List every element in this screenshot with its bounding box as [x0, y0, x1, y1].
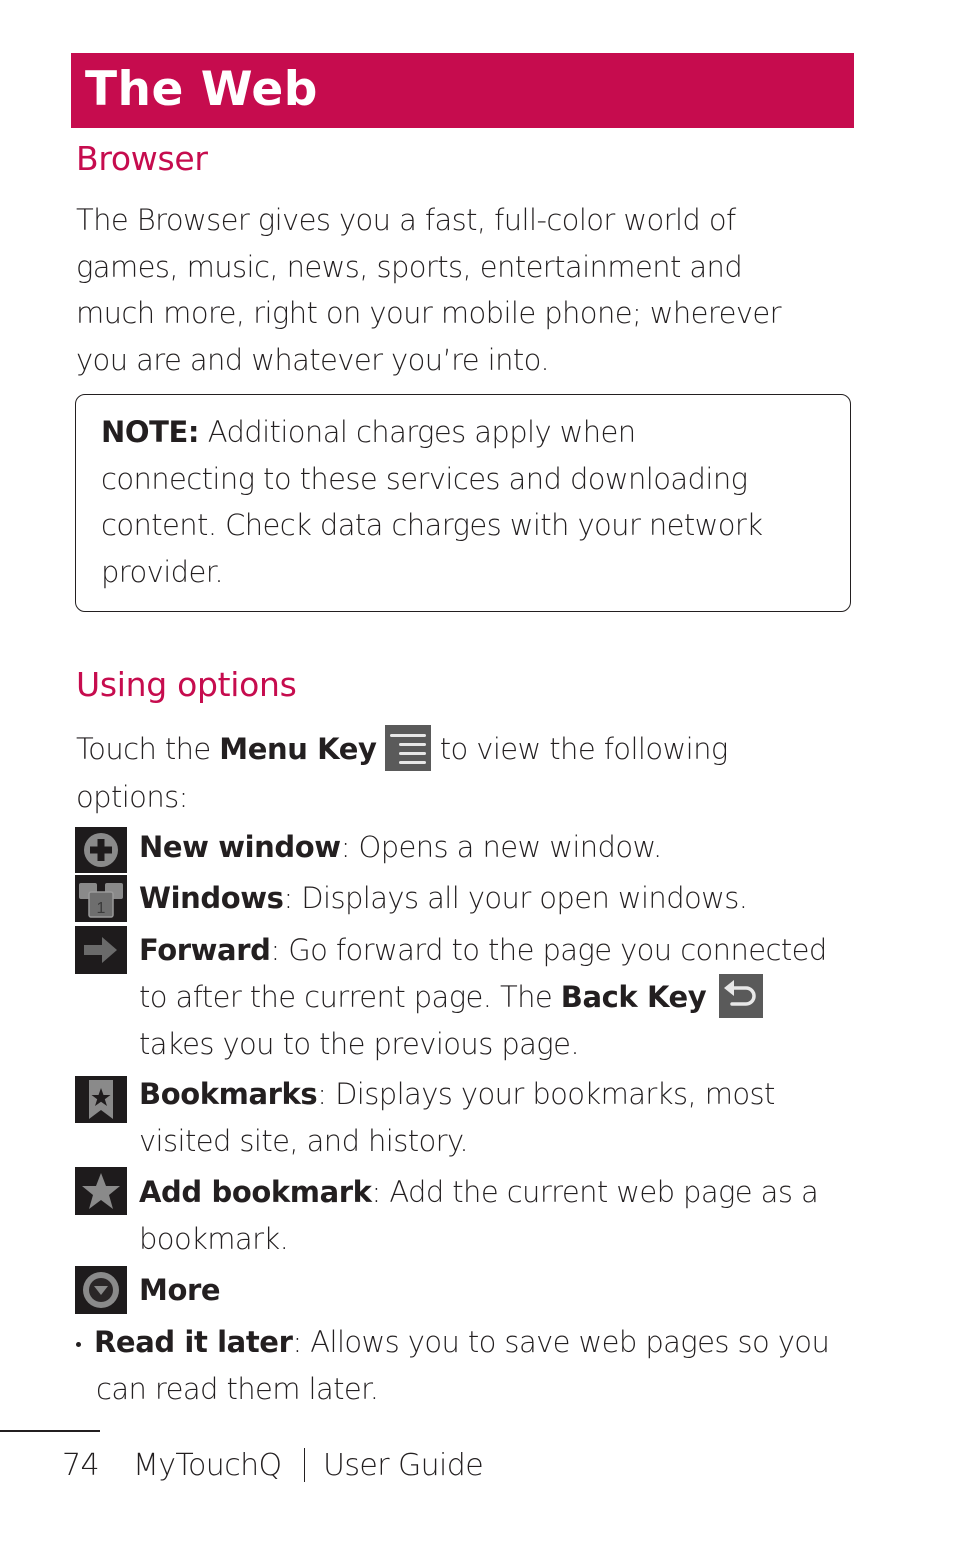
paragraph-line: games, music, news, sports, entertainmen… — [76, 249, 743, 284]
options-intro: Touch the Menu Key to view the following… — [76, 725, 729, 821]
option-forward: Forward: Go forward to the page you conn… — [139, 927, 827, 1067]
note-line: connecting to these services and downloa… — [101, 461, 748, 496]
option-description: : Add the current web page as a — [371, 1175, 819, 1209]
add-bookmark-icon — [75, 1167, 127, 1215]
page-number: 74 — [62, 1448, 100, 1483]
option-more: More — [139, 1267, 221, 1314]
option-name: Forward — [139, 933, 271, 967]
note-text: NOTE: Additional charges apply when conn… — [101, 409, 763, 595]
option-description: : Allows you to save web pages so you — [292, 1325, 830, 1359]
option-description: takes you to the previous page. — [139, 1026, 580, 1061]
section-heading-browser: Browser — [76, 139, 208, 178]
note-line-text: Additional charges apply when — [199, 415, 636, 449]
bullet-icon — [76, 1341, 81, 1347]
option-description: : Opens a new window. — [340, 830, 663, 864]
footer-separator — [303, 1447, 306, 1482]
option-name: Read it later — [94, 1325, 293, 1359]
option-description: to after the current page. The — [139, 979, 561, 1014]
option-description: bookmark. — [139, 1221, 289, 1256]
menu-key-label: Menu Key — [219, 732, 377, 766]
option-description: : Displays all your open windows. — [283, 881, 748, 915]
product-name: MyTouchQ — [132, 1448, 282, 1483]
intro-text: Touch the — [76, 732, 220, 766]
menu-key-icon — [385, 725, 432, 771]
paragraph-line: much more, right on your mobile phone; w… — [76, 296, 782, 330]
bookmarks-icon — [75, 1076, 127, 1123]
intro-text: to view the following — [431, 732, 729, 766]
option-name: Bookmarks — [139, 1077, 318, 1111]
chapter-title: The Web — [85, 62, 318, 117]
note-label: NOTE: — [101, 415, 200, 449]
note-line: provider. — [101, 554, 224, 589]
browser-description: The Browser gives you a fast, full-color… — [76, 197, 782, 383]
option-description: visited site, and history. — [139, 1123, 469, 1158]
option-description: : Displays your bookmarks, most — [317, 1077, 775, 1111]
intro-line: options: — [76, 780, 188, 814]
intro-line: Touch the Menu Key to view the following — [76, 725, 729, 774]
option-name: New window — [139, 830, 341, 864]
windows-count: 1 — [97, 900, 106, 917]
note-line: content. Check data charges with your ne… — [101, 508, 763, 542]
note-box: NOTE: Additional charges apply when conn… — [75, 394, 851, 612]
back-key-icon — [718, 973, 763, 1018]
page-footer: 74 MyTouchQ User Guide — [62, 1444, 484, 1488]
option-bookmarks: Bookmarks: Displays your bookmarks, most… — [139, 1071, 775, 1164]
more-icon — [75, 1266, 127, 1314]
paragraph-line: The Browser gives you a fast, full-color… — [76, 203, 736, 237]
footer-rule — [0, 1430, 100, 1432]
section-heading-using-options: Using options — [76, 665, 297, 704]
option-description: : Go forward to the page you connected — [270, 933, 827, 967]
option-name: More — [139, 1273, 221, 1307]
option-new-window: New window: Opens a new window. — [139, 824, 662, 871]
option-name: Windows — [139, 881, 284, 915]
chapter-title-bar: The Web — [71, 53, 854, 128]
option-windows: Windows: Displays all your open windows. — [139, 875, 748, 922]
new-window-icon — [75, 827, 127, 873]
option-description: can read them later. — [96, 1371, 379, 1406]
option-name: Add bookmark — [139, 1175, 372, 1209]
windows-icon: 1 — [75, 875, 127, 922]
guide-title: User Guide — [323, 1448, 484, 1483]
note-line: NOTE: Additional charges apply when — [101, 409, 762, 456]
forward-arrow-icon — [75, 926, 127, 974]
option-add-bookmark: Add bookmark: Add the current web page a… — [139, 1169, 819, 1262]
paragraph-line: you are and whatever you’re into. — [76, 342, 550, 377]
back-key-label: Back Key — [560, 979, 707, 1014]
sub-option-read-it-later: Read it later: Allows you to save web pa… — [76, 1319, 830, 1412]
